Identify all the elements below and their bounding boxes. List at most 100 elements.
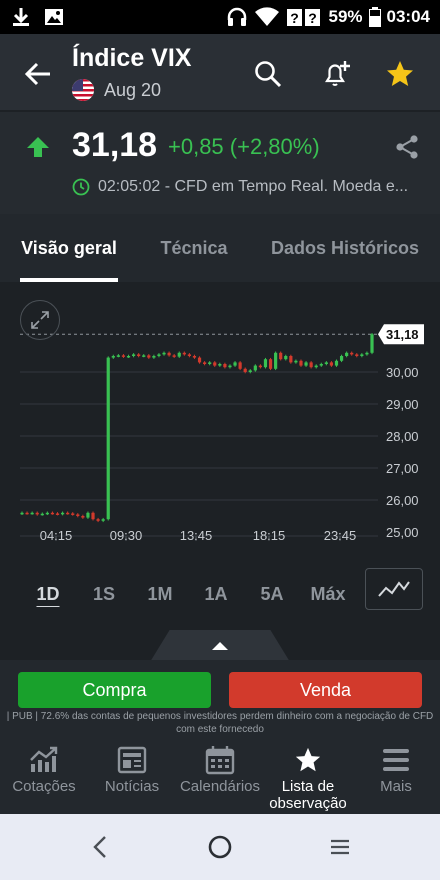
candle: [365, 352, 369, 355]
search-button[interactable]: [248, 54, 288, 94]
candle: [319, 364, 323, 366]
last-price-badge: 31,18: [378, 324, 424, 345]
expand-chart-button[interactable]: [20, 300, 60, 340]
range-1d[interactable]: 1D: [20, 584, 76, 605]
candle: [258, 365, 263, 368]
candle: [355, 354, 359, 356]
candle: [294, 360, 298, 363]
signal-unknown-icon: ??: [286, 7, 322, 27]
app-bar: Índice VIX Aug 20: [0, 34, 440, 110]
tab-technical[interactable]: Técnica: [138, 214, 250, 282]
candle: [329, 362, 334, 366]
search-icon: [255, 61, 282, 88]
buy-button[interactable]: Compra: [18, 672, 211, 708]
candle: [248, 370, 252, 372]
candle: [182, 352, 186, 355]
candle: [314, 365, 318, 368]
candle: [370, 334, 374, 353]
system-navigation-bar: [0, 814, 440, 880]
star-icon: [294, 744, 322, 776]
favorite-button[interactable]: [380, 54, 420, 94]
candle: [126, 356, 131, 358]
clock: 03:04: [386, 7, 430, 26]
system-recents-button[interactable]: [315, 822, 365, 872]
candle: [25, 512, 29, 515]
sell-button[interactable]: Venda: [229, 672, 422, 708]
candle: [111, 356, 115, 358]
price-chart[interactable]: 30,00 29,00 28,00 27,00 26,00 25,00 31,18 04:15…: [0, 282, 440, 630]
candle: [86, 512, 90, 518]
quote-time-info: 02:05:02 - CFD em Tempo Real. Moeda e...: [98, 178, 409, 195]
add-alert-button[interactable]: [316, 54, 356, 94]
image-icon: [44, 8, 64, 26]
candle: [345, 352, 349, 356]
range-1a[interactable]: 1A: [188, 584, 244, 605]
risk-disclaimer[interactable]: | PUB | 72.6% das contas de pequenos inv…: [0, 710, 440, 736]
chevron-left-icon: [93, 836, 106, 858]
y-tick-label: 28,00: [386, 429, 419, 444]
candle: [76, 514, 80, 516]
back-button[interactable]: [18, 54, 58, 94]
candle: [350, 352, 354, 355]
x-tick-label: 23:45: [324, 528, 357, 543]
candle: [55, 513, 60, 515]
candle: [274, 352, 278, 369]
candle: [96, 519, 100, 521]
candle: [268, 359, 273, 369]
instrument-title: Índice VIX: [72, 44, 192, 72]
candle: [213, 362, 217, 366]
candle: [35, 512, 39, 515]
download-icon: [12, 7, 30, 27]
range-selector: 1D 1S 1M 1A 5A Máx: [20, 574, 356, 614]
system-back-button[interactable]: [75, 822, 125, 872]
nav-news[interactable]: Notícias: [88, 738, 176, 814]
candle: [20, 512, 24, 515]
home-circle-icon: [208, 835, 232, 859]
tab-historical-data[interactable]: Dados Históricos: [250, 214, 440, 282]
range-5a[interactable]: 5A: [244, 584, 300, 605]
range-max[interactable]: Máx: [300, 584, 356, 605]
battery-percent: 59%: [328, 7, 363, 26]
tab-bar: Visão geral Técnica Dados Históricos: [0, 214, 440, 282]
chart-type-button[interactable]: [365, 568, 423, 610]
candle: [203, 362, 207, 364]
quote-time-row: 02:05:02 - CFD em Tempo Real. Moeda e...: [72, 178, 422, 196]
nav-watchlist[interactable]: Lista de observação: [264, 738, 352, 814]
candle: [81, 516, 85, 518]
line-chart-icon: [378, 581, 410, 597]
subtitle-row: Aug 20: [72, 79, 161, 101]
candlestick-chart: 30,00 29,00 28,00 27,00 26,00 25,00 31,18 04:15…: [20, 324, 424, 543]
battery-icon: [368, 7, 381, 27]
candle: [192, 356, 197, 358]
candle: [187, 354, 191, 356]
candle: [116, 355, 120, 357]
expand-icon: [31, 311, 49, 329]
arrow-up-icon: [26, 136, 50, 163]
nav-calendars-label: Calendários: [179, 778, 261, 795]
candle: [238, 362, 242, 369]
candle: [223, 364, 227, 368]
y-tick-label: 27,00: [386, 461, 419, 476]
candle: [334, 360, 339, 366]
candle: [157, 354, 161, 356]
candle: [71, 513, 75, 515]
nav-quotes[interactable]: Cotações: [0, 738, 88, 814]
x-tick-label: 04:15: [40, 528, 73, 543]
trade-bar: Compra Venda | PUB | 72.6% das contas de…: [0, 660, 440, 738]
bottom-navigation: Cotações Notícias Calendários Lista de o…: [0, 738, 440, 814]
tab-overview[interactable]: Visão geral: [0, 214, 138, 282]
headphones-icon: [226, 7, 248, 27]
x-tick-label: 18:15: [253, 528, 286, 543]
price-panel: 31,18 +0,85 (+2,80%) 02:05:02 - CFD em T…: [0, 112, 440, 214]
expand-panel-handle[interactable]: [150, 630, 290, 662]
candle: [101, 519, 105, 521]
nav-more[interactable]: Mais: [352, 738, 440, 814]
range-1m[interactable]: 1M: [132, 584, 188, 605]
range-1s[interactable]: 1S: [76, 584, 132, 605]
nav-calendars[interactable]: Calendários: [176, 738, 264, 814]
menu-icon: [381, 744, 411, 776]
system-home-button[interactable]: [195, 822, 245, 872]
share-button[interactable]: [390, 130, 424, 164]
candle: [30, 512, 34, 515]
share-icon: [396, 135, 418, 159]
